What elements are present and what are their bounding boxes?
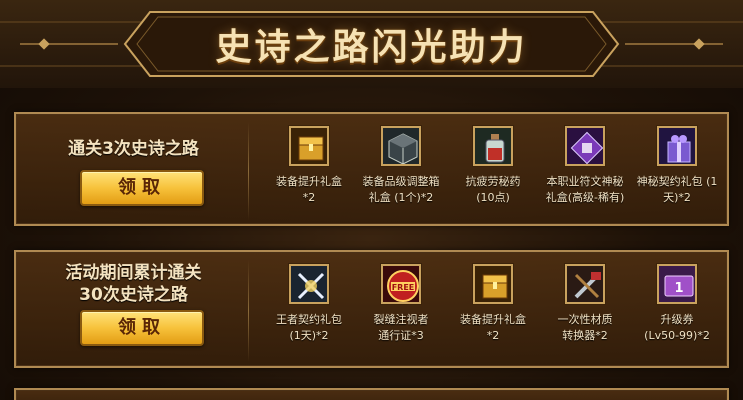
task-description: 通关3次史诗之路 — [68, 139, 199, 159]
task-description: 活动期间累计通关 30次史诗之路 — [65, 263, 202, 305]
purple-rune-icon — [565, 126, 605, 166]
crossed-swords-icon — [289, 264, 329, 304]
item-name: 抗疲劳秘药 (10点) — [465, 175, 521, 204]
potion-bottle-icon — [473, 126, 513, 166]
free-ticket-icon: FREE — [381, 264, 421, 304]
divider — [248, 260, 249, 362]
gold-chest-icon — [289, 126, 329, 166]
level-up-ticket-icon: 1 — [657, 264, 697, 304]
svg-text:1: 1 — [674, 281, 683, 296]
reward-item[interactable]: 1 升级券 (Lv50-99)*2 — [629, 264, 725, 344]
banner-title: 史诗之路闪光助力 — [215, 27, 528, 68]
purple-gift-icon — [657, 126, 697, 166]
divider — [248, 122, 249, 220]
item-name: 一次性材质 转换器*2 — [557, 313, 613, 342]
reward-item[interactable]: 装备提升礼盒 *2 — [445, 264, 541, 344]
reward-panel-3 — [14, 388, 729, 400]
item-name: 神秘契约礼包 (1 天)*2 — [636, 175, 718, 204]
reward-item[interactable]: 抗疲劳秘药 (10点) — [445, 126, 541, 206]
reward-item[interactable]: 本职业符文神秘 礼盒(高级-稀有) — [537, 126, 633, 206]
gold-chest-icon — [473, 264, 513, 304]
claim-button[interactable]: 领取 — [80, 170, 204, 206]
claim-button[interactable]: 领取 — [80, 310, 204, 346]
item-name: 装备提升礼盒 *2 — [276, 175, 342, 204]
item-name: 装备提升礼盒 *2 — [460, 313, 526, 342]
reward-panel-2: 活动期间累计通关 30次史诗之路 领取 王者契约礼包 (1天)*2 FREE 裂缝注… — [14, 250, 729, 368]
reward-item[interactable]: 神秘契约礼包 (1 天)*2 — [629, 126, 725, 206]
item-name: 升级券 (Lv50-99)*2 — [644, 313, 710, 342]
banner: 史诗之路闪光助力 — [0, 0, 743, 88]
item-name: 裂缝注视者 通行证*3 — [373, 313, 429, 342]
reward-panel-1: 通关3次史诗之路 领取 装备提升礼盒 *2 装备品级调整箱 礼盒 (1个)*2 抗疲… — [14, 112, 729, 226]
reward-item[interactable]: 一次性材质 转换器*2 — [537, 264, 633, 344]
item-name: 王者契约礼包 (1天)*2 — [276, 313, 342, 342]
reward-item[interactable]: 王者契约礼包 (1天)*2 — [261, 264, 357, 344]
svg-text:FREE: FREE — [392, 283, 415, 292]
reward-item[interactable]: 装备品级调整箱 礼盒 (1个)*2 — [353, 126, 449, 206]
dark-box-icon — [381, 126, 421, 166]
item-name: 本职业符文神秘 礼盒(高级-稀有) — [545, 175, 625, 204]
item-name: 装备品级调整箱 礼盒 (1个)*2 — [362, 175, 440, 204]
reward-item[interactable]: 装备提升礼盒 *2 — [261, 126, 357, 206]
reward-item[interactable]: FREE 裂缝注视者 通行证*3 — [353, 264, 449, 344]
material-converter-icon — [565, 264, 605, 304]
